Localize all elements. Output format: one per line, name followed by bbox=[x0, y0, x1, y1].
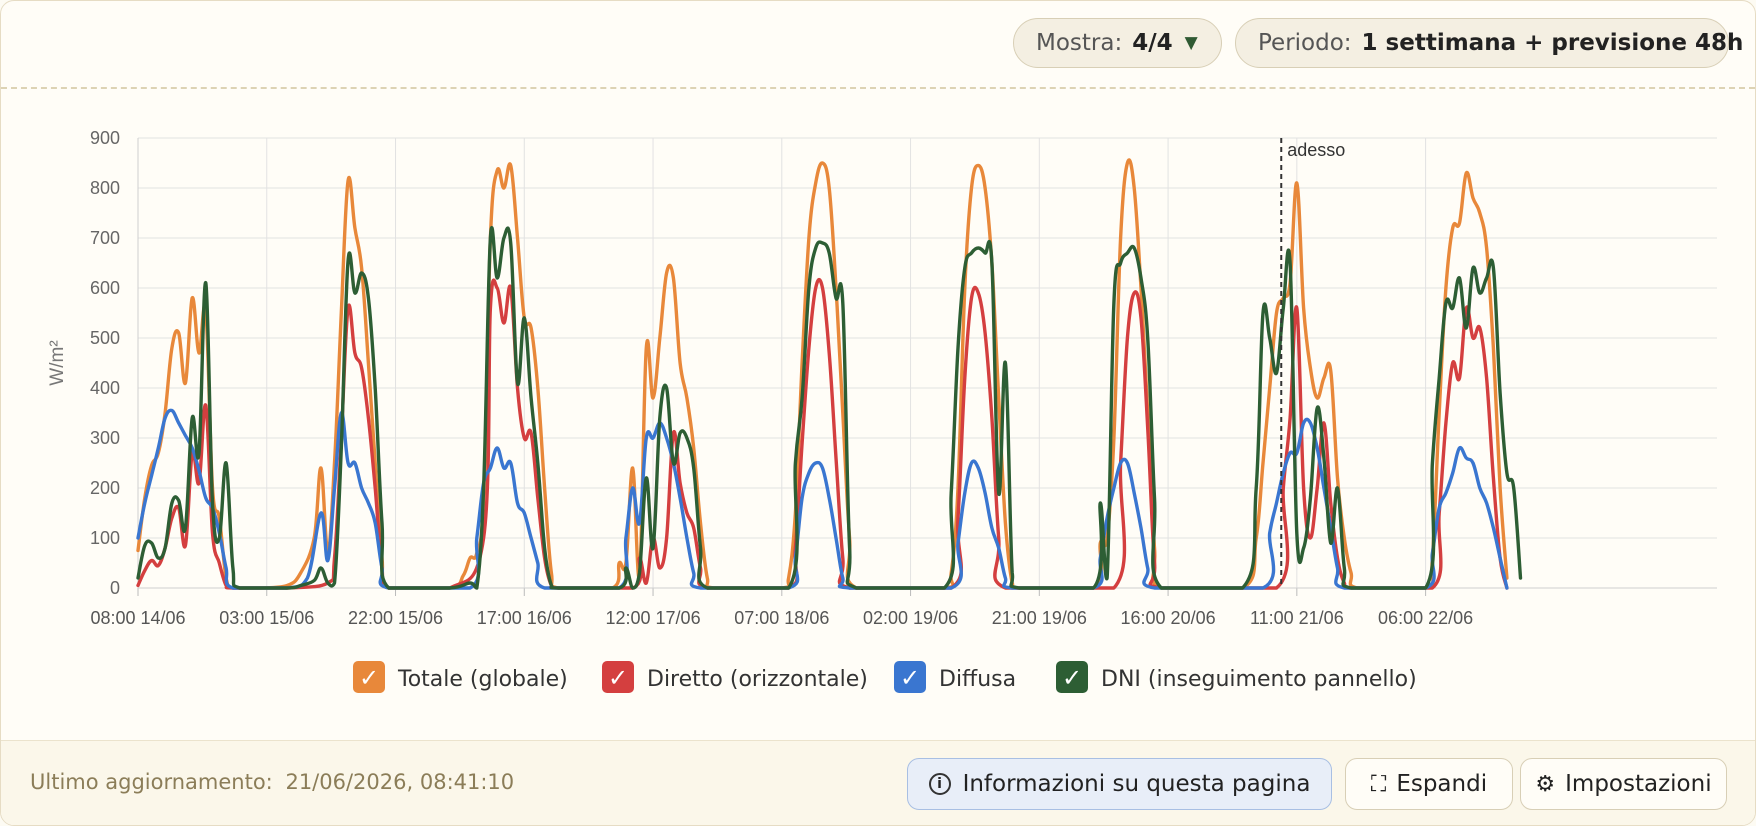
x-tick-label: 02:00 19/06 bbox=[863, 608, 958, 628]
dashboard-card: Mostra: 4/4 ▼ Periodo: 1 settimana + pre… bbox=[0, 0, 1756, 826]
y-axis-label: W/m² bbox=[47, 340, 68, 385]
last-updated-value: 21/06/2026, 08:41:10 bbox=[285, 770, 515, 794]
x-tick-label: 12:00 17/06 bbox=[605, 608, 700, 628]
gear-icon: ⚙ bbox=[1535, 771, 1556, 797]
settings-button-label: Impostazioni bbox=[1565, 771, 1712, 797]
y-tick-label: 0 bbox=[110, 578, 120, 598]
settings-button[interactable]: ⚙ Impostazioni bbox=[1520, 758, 1727, 810]
period-value: 1 settimana + previsione 48h bbox=[1361, 30, 1744, 56]
expand-icon: ⛶ bbox=[1370, 771, 1387, 797]
check-icon: ✓ bbox=[359, 664, 379, 692]
check-icon: ✓ bbox=[608, 664, 628, 692]
x-tick-label: 03:00 15/06 bbox=[219, 608, 314, 628]
x-tick-label: 16:00 20/06 bbox=[1121, 608, 1216, 628]
y-tick-label: 700 bbox=[90, 228, 120, 248]
y-tick-label: 400 bbox=[90, 378, 120, 398]
legend-label-2: Diffusa bbox=[939, 667, 1016, 692]
show-label: Mostra: bbox=[1036, 30, 1123, 56]
x-tick-label: 06:00 22/06 bbox=[1378, 608, 1473, 628]
check-icon: ✓ bbox=[1062, 664, 1082, 692]
legend-label-3: DNI (inseguimento pannello) bbox=[1101, 667, 1417, 692]
y-tick-label: 200 bbox=[90, 478, 120, 498]
x-tick-label: 17:00 16/06 bbox=[477, 608, 572, 628]
legend-label-1: Diretto (orizzontale) bbox=[647, 667, 868, 692]
expand-button-label: Espandi bbox=[1396, 771, 1488, 797]
y-tick-label: 300 bbox=[90, 428, 120, 448]
check-icon: ✓ bbox=[900, 664, 920, 692]
last-updated: Ultimo aggiornamento: 21/06/2026, 08:41:… bbox=[30, 770, 514, 794]
info-button-label: Informazioni su questa pagina bbox=[962, 771, 1311, 797]
x-tick-label: 08:00 14/06 bbox=[90, 608, 185, 628]
x-tick-label: 11:00 21/06 bbox=[1250, 608, 1344, 628]
y-tick-label: 900 bbox=[90, 128, 120, 148]
last-updated-label: Ultimo aggiornamento: bbox=[30, 770, 273, 794]
expand-button[interactable]: ⛶ Espandi bbox=[1345, 758, 1513, 810]
chart-toolbar: Mostra: 4/4 ▼ Periodo: 1 settimana + pre… bbox=[1, 1, 1755, 89]
y-tick-label: 500 bbox=[90, 328, 120, 348]
period-label: Periodo: bbox=[1258, 30, 1352, 56]
caret-down-icon: ▼ bbox=[1184, 33, 1198, 53]
show-series-select[interactable]: Mostra: 4/4 ▼ bbox=[1013, 18, 1222, 68]
period-select[interactable]: Periodo: 1 settimana + previsione 48h ▼ bbox=[1235, 18, 1743, 68]
info-button[interactable]: i Informazioni su questa pagina bbox=[907, 758, 1332, 810]
show-value: 4/4 bbox=[1132, 30, 1173, 56]
y-tick-label: 800 bbox=[90, 178, 120, 198]
x-tick-label: 21:00 19/06 bbox=[992, 608, 1087, 628]
info-icon: i bbox=[928, 773, 951, 795]
legend-label-0: Totale (globale) bbox=[397, 667, 568, 692]
irradiance-chart: 0 100 200 300 400 500 600 700 800 900 08:00 14/06 0… bbox=[47, 128, 1717, 693]
y-tick-label: 600 bbox=[90, 278, 120, 298]
y-tick-label: 100 bbox=[90, 528, 120, 548]
x-tick-label: 07:00 18/06 bbox=[734, 608, 829, 628]
now-marker-label: adesso bbox=[1287, 140, 1345, 160]
x-tick-label: 22:00 15/06 bbox=[348, 608, 443, 628]
footer: Ultimo aggiornamento: 21/06/2026, 08:41:… bbox=[1, 740, 1755, 825]
